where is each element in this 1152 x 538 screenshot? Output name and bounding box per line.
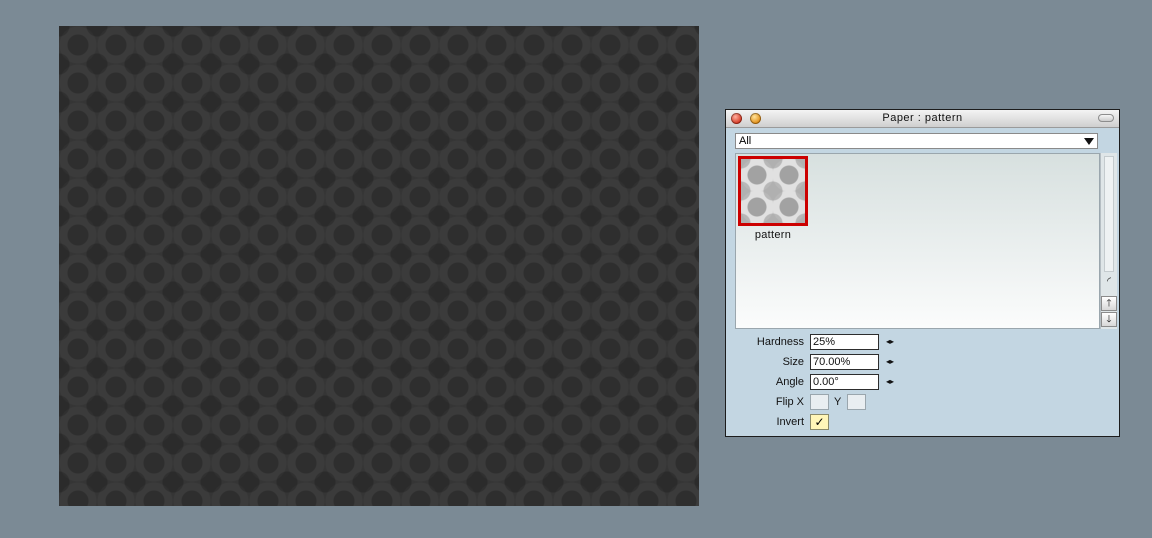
invert-label: Invert [776, 416, 804, 428]
angle-field[interactable]: 0.00° [810, 374, 879, 390]
paper-panel: Paper : pattern All pattern ◜ 🡑 🡓 Hardne… [725, 109, 1120, 437]
scroll-corner-icon: ◜ [1107, 276, 1111, 287]
angle-stepper-icon[interactable]: ◂▸ [886, 377, 898, 387]
panel-title: Paper : pattern [882, 112, 963, 124]
flip-x-label: Flip X [775, 396, 804, 408]
paper-grid: pattern [735, 153, 1100, 329]
flip-x-checkbox[interactable] [810, 394, 829, 410]
paint-canvas[interactable] [59, 26, 699, 506]
flip-y-label: Y [834, 396, 842, 408]
paper-thumbnail-label: pattern [754, 229, 792, 241]
grid-scrollbar[interactable]: ◜ 🡑 🡓 [1100, 153, 1117, 329]
size-stepper-icon[interactable]: ◂▸ [886, 357, 898, 367]
flip-y-checkbox[interactable] [847, 394, 866, 410]
paper-thumbnail-pattern[interactable] [738, 156, 808, 226]
size-label: Size [782, 356, 804, 368]
category-value: All [739, 135, 752, 147]
hardness-label: Hardness [756, 336, 804, 348]
scroll-up-icon[interactable]: 🡑 [1101, 296, 1117, 311]
category-dropdown[interactable]: All [735, 133, 1098, 149]
hardness-stepper-icon[interactable]: ◂▸ [886, 337, 898, 347]
invert-checkbox[interactable]: ✓ [810, 414, 829, 430]
size-field[interactable]: 70.00% [810, 354, 879, 370]
chevron-down-icon [1084, 138, 1094, 145]
collapse-button[interactable] [1098, 114, 1114, 122]
hardness-field[interactable]: 25% [810, 334, 879, 350]
scroll-down-icon[interactable]: 🡓 [1101, 312, 1117, 327]
scroll-track[interactable] [1104, 156, 1114, 272]
angle-label: Angle [775, 376, 804, 388]
panel-titlebar[interactable]: Paper : pattern [726, 110, 1119, 128]
